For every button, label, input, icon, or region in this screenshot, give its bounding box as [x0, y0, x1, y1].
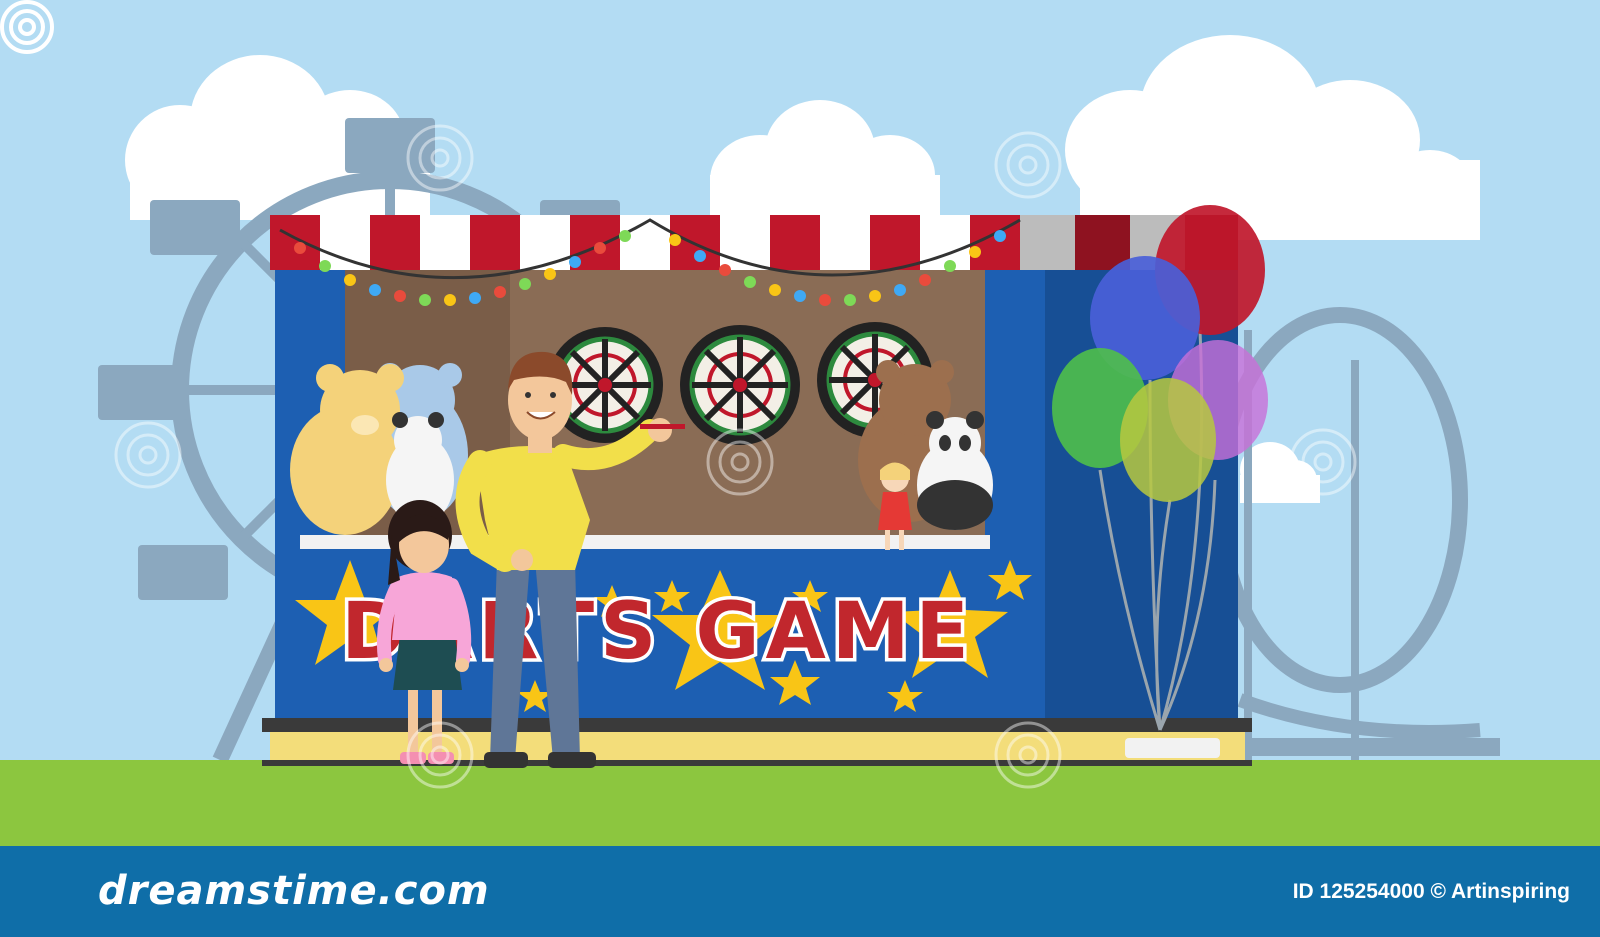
- carnival-scene: DARTS GAME dreamstime.com ID 125254000 ©…: [0, 0, 1600, 937]
- watermark-swirls: [114, 124, 1357, 789]
- brand-name: dreamstime.com: [98, 868, 490, 914]
- dreamstime-logo-icon: [0, 0, 54, 54]
- image-credit: ID 125254000 © Artinspiring: [1292, 880, 1570, 903]
